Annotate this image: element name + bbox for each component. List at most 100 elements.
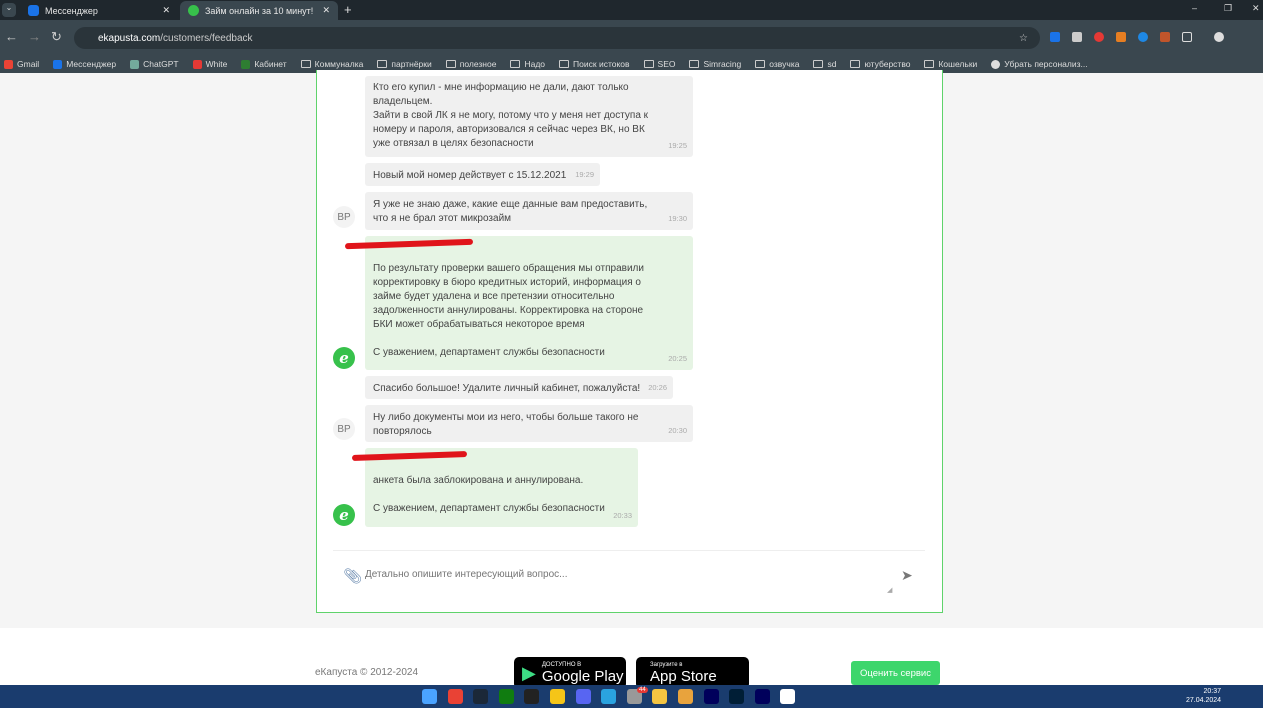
bookmark-item[interactable]: ChatGPT xyxy=(130,59,179,69)
player-icon[interactable] xyxy=(1138,32,1148,42)
divider xyxy=(333,550,925,551)
bookmark-item[interactable]: полезное xyxy=(445,59,496,69)
bookmark-item[interactable]: Надо xyxy=(510,59,545,69)
gmail-icon xyxy=(4,59,13,69)
clock-time: 20:37 xyxy=(1203,688,1222,695)
close-tab-icon[interactable]: ✕ xyxy=(322,5,330,16)
taskbar-app-icon[interactable] xyxy=(780,689,796,704)
metamask-icon[interactable] xyxy=(1116,32,1126,42)
taskbar-app-icon[interactable] xyxy=(575,689,591,704)
resize-handle[interactable]: ◢ xyxy=(887,586,892,594)
back-icon[interactable]: ← xyxy=(5,29,18,44)
bookmark-item[interactable]: ютуберство xyxy=(850,59,910,69)
cabinet-icon xyxy=(241,59,251,69)
bookmark-item[interactable]: sd xyxy=(813,59,836,69)
avatar: ВР xyxy=(333,418,355,440)
ekapusta-logo: e xyxy=(333,347,355,369)
telegram-badge: 44 xyxy=(637,687,648,693)
extension-icon[interactable] xyxy=(1160,32,1170,42)
bookmark-item[interactable]: White xyxy=(192,59,227,69)
message-input[interactable] xyxy=(365,565,885,583)
message-time: 20:26 xyxy=(648,383,667,392)
shield-icon[interactable] xyxy=(1072,32,1082,42)
profile-avatar[interactable] xyxy=(1214,32,1224,42)
taskbar-app-icon[interactable] xyxy=(703,689,719,704)
tab-messenger[interactable]: Мессенджер ✕ xyxy=(20,1,178,20)
reload-icon[interactable]: ↻ xyxy=(51,29,62,45)
taskbar-app-icon[interactable] xyxy=(601,689,617,704)
adblock-icon[interactable] xyxy=(1094,32,1104,42)
forward-icon[interactable]: → xyxy=(28,29,41,44)
bookmark-item[interactable]: Коммуналка xyxy=(300,59,363,69)
bookmark-item[interactable]: SEO xyxy=(643,59,675,69)
taskbar-app-icon[interactable] xyxy=(678,689,693,704)
folder-icon xyxy=(510,60,521,68)
rate-service-button[interactable]: Оценить сервис xyxy=(851,661,940,685)
tab-search-button[interactable]: ⌄ xyxy=(2,3,16,17)
user-message: Кто его купил - мне информацию не дали, … xyxy=(365,76,693,157)
taskbar-app-icon[interactable] xyxy=(447,689,463,704)
folder-icon xyxy=(377,60,388,68)
support-message: анкета была заблокирована и аннулирована… xyxy=(365,448,638,527)
taskbar-app-icon[interactable] xyxy=(498,689,514,704)
taskbar-app-icon[interactable] xyxy=(473,689,489,704)
bookmark-item[interactable]: Убрать персонализ... xyxy=(991,59,1088,69)
google-play-icon: ▶ xyxy=(522,662,536,683)
message-text: Ну либо документы мои из него, чтобы бол… xyxy=(373,412,639,437)
message-text: анкета была заблокирована и аннулирована… xyxy=(373,475,605,514)
support-message: По результату проверки вашего обращения … xyxy=(365,236,693,370)
extension-icon[interactable] xyxy=(1050,32,1060,42)
ekapusta-logo: e xyxy=(333,504,355,526)
folder-icon xyxy=(559,60,570,68)
extensions xyxy=(1050,32,1224,42)
minimize-button[interactable]: – xyxy=(1192,3,1197,13)
paperclip-icon[interactable]: 📎︎ xyxy=(343,567,362,585)
copyright: eКапуста © 2012-2024 xyxy=(315,667,419,678)
bookmark-item[interactable]: партнёрки xyxy=(377,59,432,69)
close-window-button[interactable]: ✕ xyxy=(1252,3,1260,14)
taskbar-app-icon[interactable] xyxy=(652,689,668,704)
message-time: 20:33 xyxy=(613,511,632,520)
avatar: ВР xyxy=(333,206,355,228)
star-icon[interactable]: ☆ xyxy=(1019,33,1028,44)
taskbar-app-icon[interactable] xyxy=(550,689,565,704)
message-text: Кто его купил - мне информацию не дали, … xyxy=(373,82,649,149)
taskbar-app-icon[interactable] xyxy=(422,689,437,704)
tab-ekapusta[interactable]: Займ онлайн за 10 минут! Ми ✕ xyxy=(180,1,338,20)
footer: eКапуста © 2012-2024 xyxy=(0,628,1263,685)
new-tab-button[interactable]: + xyxy=(344,2,352,17)
taskbar-app-icon[interactable] xyxy=(524,689,540,704)
send-icon[interactable]: ➤ xyxy=(901,567,913,584)
bookmark-item[interactable]: Мессенджер xyxy=(53,59,116,69)
red-square-icon xyxy=(192,59,202,69)
folder-icon xyxy=(643,60,654,68)
bookmark-item[interactable]: Gmail xyxy=(4,59,39,69)
address-bar[interactable]: ekapusta.com/customers/feedback ☆ xyxy=(74,27,1040,49)
user-message: Ну либо документы мои из него, чтобы бол… xyxy=(365,405,693,442)
message-text: Спасибо большое! Удалите личный кабинет,… xyxy=(373,383,641,394)
clock-date: 27.04.2024 xyxy=(1186,697,1222,704)
puzzle-icon[interactable] xyxy=(1182,32,1192,42)
close-tab-icon[interactable]: ✕ xyxy=(162,5,170,16)
tab-bar: ⌄ Мессенджер ✕ Займ онлайн за 10 минут! М… xyxy=(0,0,1263,20)
bookmark-item[interactable]: Кабинет xyxy=(241,59,287,69)
user-message: Спасибо большое! Удалите личный кабинет,… xyxy=(365,376,673,399)
message-text: Я уже не знаю даже, какие еще данные вам… xyxy=(373,199,648,224)
bookmark-item[interactable]: Поиск истоков xyxy=(559,59,630,69)
folder-icon xyxy=(755,60,766,68)
message-text: По результату проверки вашего обращения … xyxy=(373,263,644,358)
message-time: 19:29 xyxy=(575,170,594,179)
message-time: 19:25 xyxy=(668,141,687,150)
folder-icon xyxy=(300,60,311,68)
user-message: Я уже не знаю даже, какие еще данные вам… xyxy=(365,192,693,230)
maximize-button[interactable]: ❐ xyxy=(1224,3,1232,14)
folder-icon xyxy=(445,60,456,68)
folder-icon xyxy=(689,60,700,68)
bookmark-item[interactable]: озвучка xyxy=(755,59,799,69)
bookmark-item[interactable]: Кошельки xyxy=(924,59,977,69)
bookmark-item[interactable]: Simracing xyxy=(689,59,741,69)
taskbar-app-icon[interactable] xyxy=(754,689,770,704)
globe-icon xyxy=(991,59,1001,69)
messenger-icon xyxy=(28,5,39,16)
taskbar-app-icon[interactable] xyxy=(729,689,745,704)
